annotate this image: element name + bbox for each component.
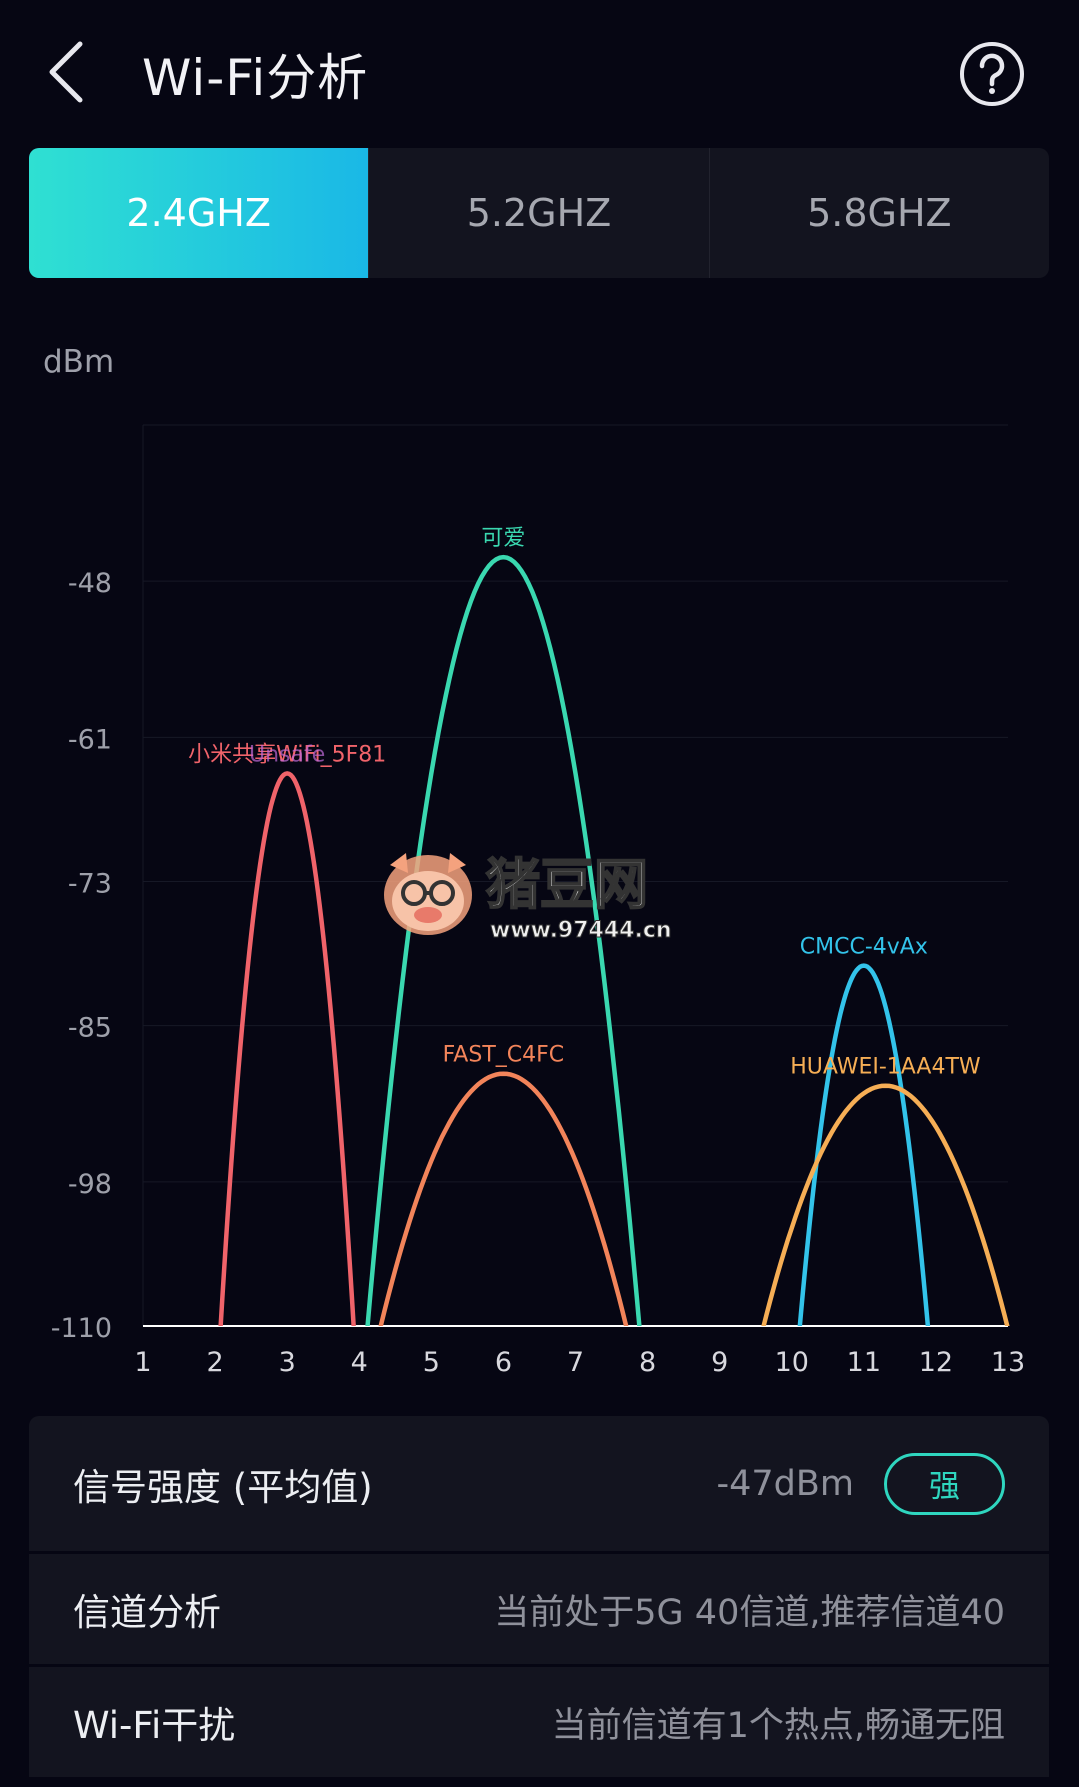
y-tick-label: -85 — [68, 1013, 112, 1044]
signal-curve-group — [378, 1071, 629, 1326]
info-list: 信号强度 (平均值) -47dBm 强 信道分析 当前处于5G 40信道,推荐信… — [29, 1416, 1049, 1780]
page-title: Wi-Fi分析 — [142, 49, 369, 107]
wifi-interference-label: Wi-Fi干扰 — [73, 1704, 236, 1747]
signal-strength-label: 信号强度 (平均值) — [73, 1465, 373, 1509]
x-tick-label: 7 — [567, 1347, 584, 1378]
wifi-interference-value: 当前信道有1个热点,畅通无阻 — [551, 1705, 1005, 1746]
watermark-text: 猪豆网 — [486, 853, 648, 916]
signal-curve-group — [365, 554, 642, 1326]
watermark-url: www.97444.cn — [490, 918, 672, 943]
signal-curve — [378, 1071, 629, 1326]
back-icon[interactable] — [40, 36, 100, 106]
frequency-tabs: 2.4GHZ 5.2GHZ 5.8GHZ — [29, 148, 1049, 278]
x-tick-label: 12 — [919, 1347, 953, 1378]
y-tick-label: -110 — [51, 1313, 112, 1344]
series-label-overlap: Unsafe — [249, 742, 325, 767]
signal-curve — [761, 1083, 1010, 1326]
header: Wi-Fi分析 — [0, 0, 1079, 140]
x-tick-label: 10 — [775, 1347, 809, 1378]
x-tick-label: 5 — [423, 1347, 440, 1378]
y-tick-label: -98 — [68, 1169, 112, 1200]
channel-analysis-row[interactable]: 信道分析 当前处于5G 40信道,推荐信道40 — [29, 1554, 1049, 1667]
x-tick-label: 4 — [351, 1347, 368, 1378]
signal-curve-group — [218, 771, 356, 1326]
x-tick-label: 9 — [711, 1347, 728, 1378]
signal-strength-row: 信号强度 (平均值) -47dBm 强 — [29, 1416, 1049, 1554]
signal-strength-badge: 强 — [884, 1452, 1005, 1515]
tab-2-4ghz[interactable]: 2.4GHZ — [29, 148, 370, 278]
wifi-interference-row[interactable]: Wi-Fi干扰 当前信道有1个热点,畅通无阻 — [29, 1667, 1049, 1780]
x-tick-label: 13 — [991, 1347, 1025, 1378]
tab-5-8ghz[interactable]: 5.8GHZ — [710, 148, 1049, 278]
x-tick-label: 1 — [134, 1347, 151, 1378]
series-label: HUAWEI-1AA4TW — [790, 1055, 981, 1080]
x-tick-label: 2 — [206, 1347, 223, 1378]
x-tick-label: 3 — [279, 1347, 296, 1378]
watermark-logo: 猪豆网 www.97444.cn — [378, 845, 708, 945]
signal-curve — [365, 554, 642, 1326]
channel-analysis-value: 当前处于5G 40信道,推荐信道40 — [494, 1592, 1005, 1633]
tab-5-2ghz[interactable]: 5.2GHZ — [369, 148, 710, 278]
y-tick-label: -48 — [68, 568, 112, 599]
series-label: CMCC-4vAx — [800, 935, 928, 960]
help-icon[interactable] — [958, 40, 1026, 108]
x-tick-label: 8 — [639, 1347, 656, 1378]
x-tick-label: 6 — [495, 1347, 512, 1378]
signal-curve-group — [761, 1083, 1010, 1326]
y-tick-label: -61 — [68, 724, 112, 755]
series-label: 可爱 — [481, 526, 525, 551]
y-tick-label: -73 — [68, 869, 112, 900]
channel-analysis-label: 信道分析 — [73, 1591, 221, 1634]
signal-curve — [218, 771, 356, 1326]
signal-strength-value: -47dBm — [716, 1463, 855, 1504]
x-tick-label: 11 — [847, 1347, 881, 1378]
series-label: FAST_C4FC — [443, 1043, 564, 1068]
